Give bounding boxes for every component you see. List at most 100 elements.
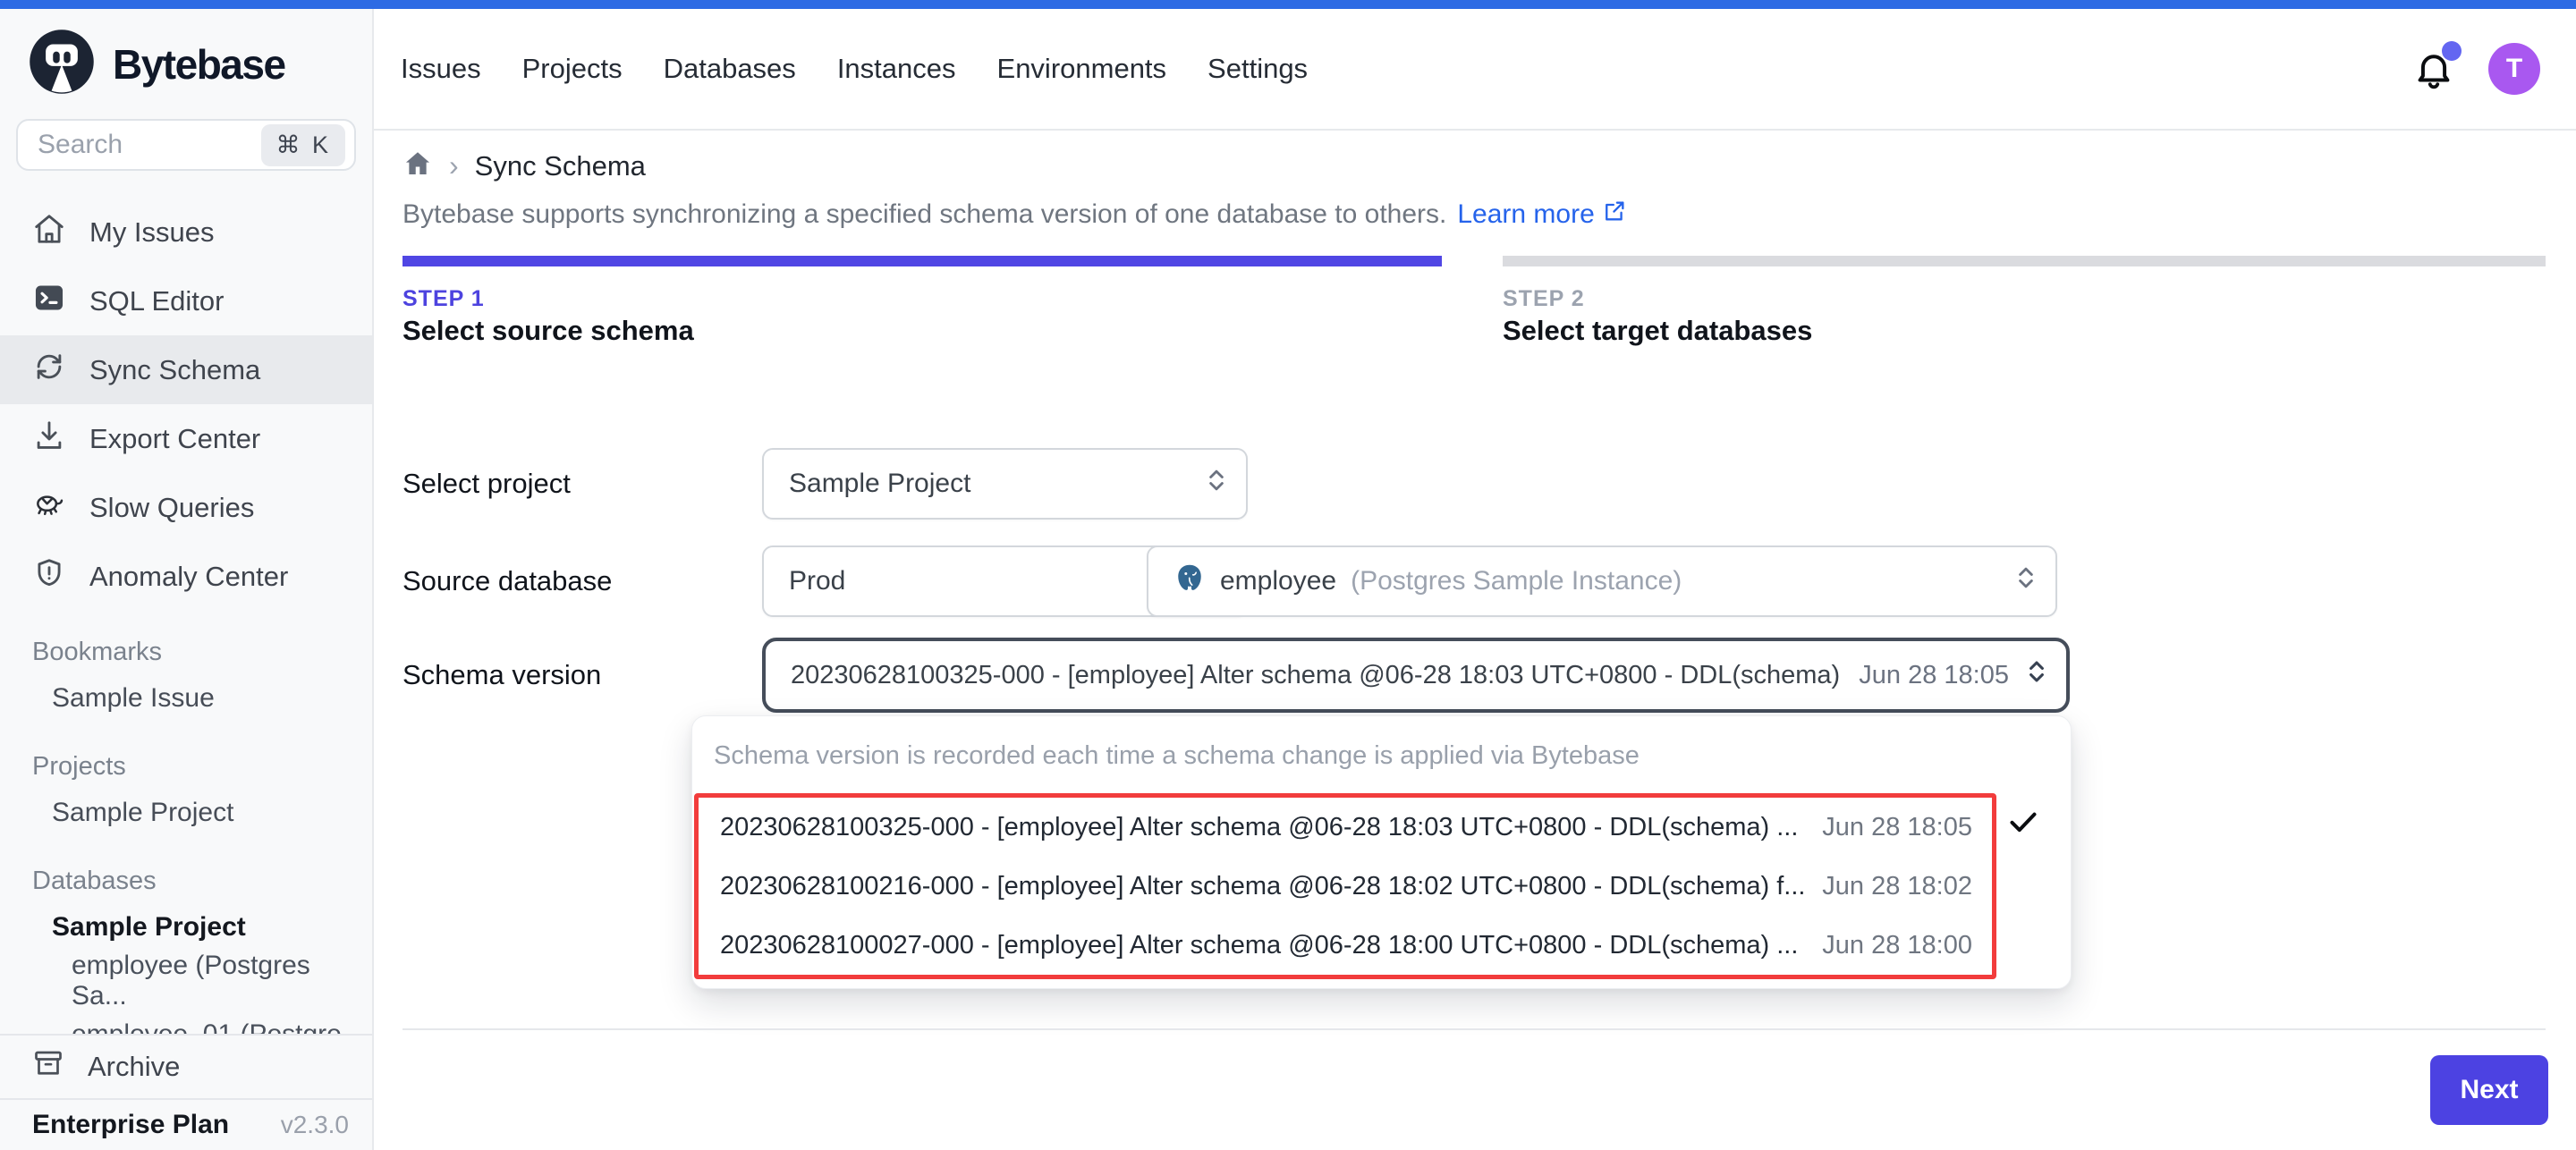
selected-check-icon <box>2005 804 2041 844</box>
breadcrumb-separator: › <box>449 149 459 182</box>
sidebar: Bytebase ⌘ K My Issues <box>0 9 374 1150</box>
database-select-name: employee <box>1220 566 1336 596</box>
sidebar-item-sample-issue[interactable]: Sample Issue <box>0 672 372 725</box>
project-select-value: Sample Project <box>789 469 970 499</box>
option-date: Jun 28 18:05 <box>1822 813 1972 842</box>
next-button[interactable]: Next <box>2430 1055 2548 1125</box>
nav-databases[interactable]: Databases <box>664 53 796 85</box>
top-accent-strip <box>0 0 2576 9</box>
page-content: › Sync Schema Bytebase supports synchron… <box>374 131 2576 1150</box>
sidebar-db-group-sample-project[interactable]: Sample Project <box>0 901 372 954</box>
chevron-updown-icon <box>1205 465 1228 503</box>
turtle-icon <box>32 487 66 528</box>
step1-progress-bar <box>402 256 1442 266</box>
option-text: 20230628100027-000 - [employee] Alter sc… <box>720 931 1806 960</box>
version-label: v2.3.0 <box>281 1111 349 1139</box>
postgres-icon <box>1174 562 1206 601</box>
learn-more-label: Learn more <box>1457 199 1594 230</box>
notification-bell-button[interactable] <box>2411 47 2456 91</box>
schema-version-select-date: Jun 28 18:05 <box>1859 661 2009 690</box>
breadcrumb: › Sync Schema <box>402 148 646 183</box>
sidebar-item-label: Sync Schema <box>89 354 260 386</box>
schema-version-select-value: 20230628100325-000 - [employee] Alter sc… <box>791 661 1841 690</box>
section-title-databases: Databases <box>0 861 372 901</box>
home-breadcrumb-icon[interactable] <box>402 148 433 183</box>
section-title-bookmarks: Bookmarks <box>0 632 372 672</box>
sidebar-db-employee-01[interactable]: employee_01 (Postgre... <box>0 1008 372 1034</box>
learn-more-link[interactable]: Learn more <box>1457 199 1626 231</box>
dropdown-hint: Schema version is recorded each time a s… <box>714 741 1640 771</box>
chevron-updown-icon <box>2025 656 2048 694</box>
sidebar-item-label: SQL Editor <box>89 285 224 317</box>
option-text: 20230628100325-000 - [employee] Alter sc… <box>720 813 1806 842</box>
sidebar-item-export-center[interactable]: Export Center <box>0 404 372 473</box>
schema-version-label: Schema version <box>402 659 601 691</box>
sidebar-item-label: My Issues <box>89 216 215 249</box>
sidebar-item-sync-schema[interactable]: Sync Schema <box>0 335 372 404</box>
bell-icon <box>2411 80 2456 95</box>
user-avatar[interactable]: T <box>2488 43 2540 95</box>
option-date: Jun 28 18:00 <box>1822 931 1972 960</box>
chevron-updown-icon <box>2014 562 2038 600</box>
option-date: Jun 28 18:02 <box>1822 872 1972 901</box>
breadcrumb-page: Sync Schema <box>475 150 646 182</box>
step2-progress-bar <box>1503 256 2546 266</box>
highlight-red-box: 20230628100325-000 - [employee] Alter sc… <box>694 793 1996 979</box>
nav-environments[interactable]: Environments <box>997 53 1167 85</box>
schema-version-option-2[interactable]: 20230628100216-000 - [employee] Alter sc… <box>699 857 1992 916</box>
sync-icon <box>32 350 66 391</box>
select-project-label: Select project <box>402 468 571 500</box>
sidebar-menu: My Issues SQL Editor <box>0 198 372 611</box>
sidebar-item-sample-project[interactable]: Sample Project <box>0 786 372 840</box>
sidebar-item-label: Export Center <box>89 423 260 455</box>
home-icon <box>32 212 66 253</box>
search-input[interactable] <box>38 130 252 160</box>
schema-version-option-3[interactable]: 20230628100027-000 - [employee] Alter sc… <box>699 916 1992 975</box>
terminal-icon <box>32 281 66 322</box>
option-text: 20230628100216-000 - [employee] Alter sc… <box>720 872 1806 901</box>
plan-label: Enterprise Plan <box>32 1110 229 1140</box>
bytebase-logo-icon <box>27 27 97 101</box>
database-select[interactable]: employee (Postgres Sample Instance) <box>1147 545 2057 617</box>
sidebar-item-label: Slow Queries <box>89 492 254 524</box>
schema-version-dropdown: Schema version is recorded each time a s… <box>691 715 2072 989</box>
search-box[interactable]: ⌘ K <box>16 119 356 171</box>
sidebar-item-anomaly-center[interactable]: Anomaly Center <box>0 542 372 611</box>
notification-dot <box>2442 41 2462 61</box>
schema-version-select[interactable]: 20230628100325-000 - [employee] Alter sc… <box>762 638 2070 713</box>
sidebar-item-my-issues[interactable]: My Issues <box>0 198 372 266</box>
section-title-projects: Projects <box>0 747 372 786</box>
sidebar-db-employee[interactable]: employee (Postgres Sa... <box>0 954 372 1008</box>
step1-title: Select source schema <box>402 315 694 347</box>
step1-label: STEP 1 <box>402 286 485 312</box>
brand-logo[interactable]: Bytebase <box>0 9 372 101</box>
brand-name: Bytebase <box>113 40 285 89</box>
step2-label: STEP 2 <box>1503 286 1585 312</box>
schema-version-option-1[interactable]: 20230628100325-000 - [employee] Alter sc… <box>699 798 1992 857</box>
top-navigation: Issues Projects Databases Instances Envi… <box>374 9 2576 131</box>
nav-settings[interactable]: Settings <box>1208 53 1308 85</box>
shield-alert-icon <box>32 556 66 597</box>
step2-title: Select target databases <box>1503 315 1812 347</box>
sidebar-item-archive[interactable]: Archive <box>0 1034 372 1098</box>
nav-projects[interactable]: Projects <box>522 53 623 85</box>
search-shortcut-badge: ⌘ K <box>261 124 345 166</box>
sidebar-item-slow-queries[interactable]: Slow Queries <box>0 473 372 542</box>
project-select[interactable]: Sample Project <box>762 448 1248 520</box>
archive-icon <box>32 1047 64 1087</box>
sidebar-item-sql-editor[interactable]: SQL Editor <box>0 266 372 335</box>
external-link-icon <box>1602 199 1627 231</box>
sidebar-footer: Enterprise Plan v2.3.0 <box>0 1098 372 1150</box>
database-select-instance: (Postgres Sample Instance) <box>1351 566 1682 596</box>
sidebar-item-label: Archive <box>88 1051 180 1083</box>
nav-issues[interactable]: Issues <box>401 53 481 85</box>
footer-divider <box>402 1028 2546 1030</box>
sidebar-scroll-area: My Issues SQL Editor <box>0 171 372 1034</box>
nav-instances[interactable]: Instances <box>837 53 956 85</box>
page-description: Bytebase supports synchronizing a specif… <box>402 199 1627 231</box>
download-icon <box>32 419 66 460</box>
description-text: Bytebase supports synchronizing a specif… <box>402 199 1446 230</box>
environment-select-value: Prod <box>789 566 845 596</box>
sidebar-item-label: Anomaly Center <box>89 561 288 593</box>
source-database-label: Source database <box>402 565 612 597</box>
